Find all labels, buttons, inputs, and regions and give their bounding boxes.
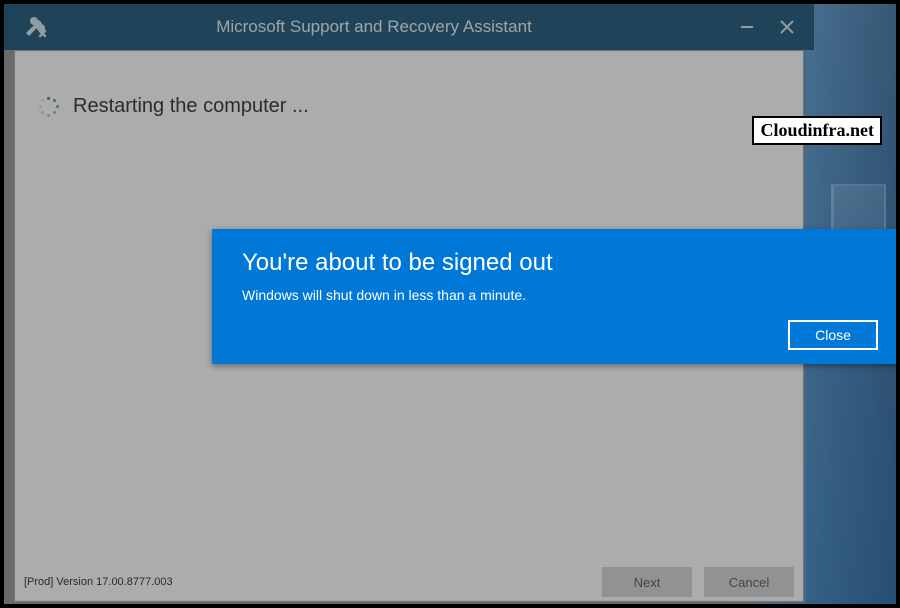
status-text: Restarting the computer ... [73, 95, 309, 118]
cancel-button[interactable]: Cancel [704, 567, 794, 597]
close-button[interactable] [778, 18, 796, 36]
minimize-button[interactable] [738, 18, 756, 36]
signout-toast: You're about to be signed out Windows wi… [212, 229, 896, 364]
next-button[interactable]: Next [602, 567, 692, 597]
version-label: [Prod] Version 17.00.8777.003 [24, 576, 173, 588]
app-title: Microsoft Support and Recovery Assistant [10, 17, 738, 37]
toast-title: You're about to be signed out [242, 249, 872, 277]
spinner-icon [39, 97, 59, 117]
window-controls [738, 18, 814, 36]
status-row: Restarting the computer ... [39, 95, 309, 118]
footer: [Prod] Version 17.00.8777.003 Next Cance… [14, 562, 804, 602]
titlebar: Microsoft Support and Recovery Assistant [4, 4, 814, 50]
toast-close-button[interactable]: Close [788, 320, 878, 350]
watermark-badge: Cloudinfra.net [752, 116, 882, 145]
toast-message: Windows will shut down in less than a mi… [242, 287, 872, 303]
